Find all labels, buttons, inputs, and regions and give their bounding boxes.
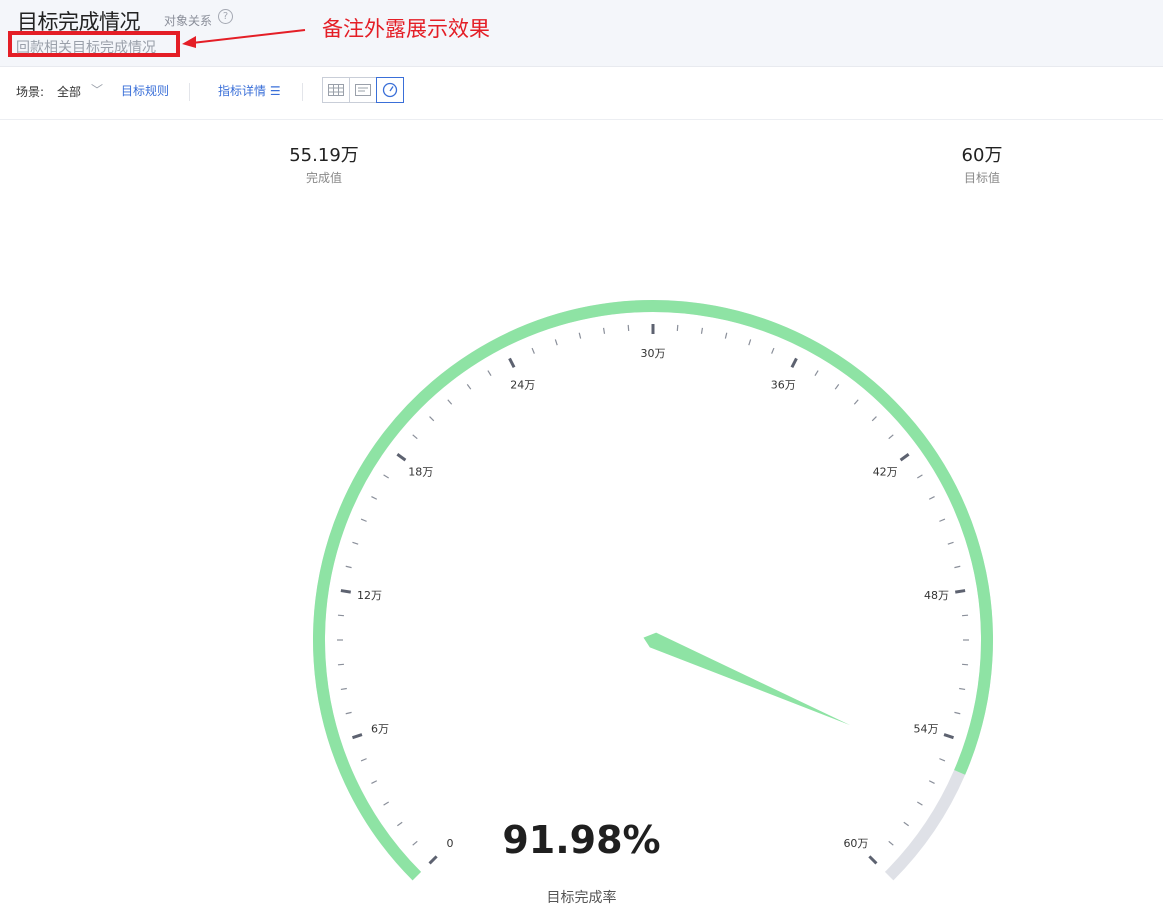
gauge-minor-tick <box>604 328 605 334</box>
gauge-view-button[interactable] <box>376 77 404 103</box>
gauge-needle <box>643 633 850 726</box>
gauge-minor-tick <box>872 417 876 421</box>
gauge-track <box>319 306 987 876</box>
annotation-arrow-icon <box>180 26 310 48</box>
gauge-minor-tick <box>954 712 960 713</box>
gauge-minor-tick <box>341 688 347 689</box>
gauge-tick-label: 48万 <box>924 589 949 602</box>
gauge-tick-label: 12万 <box>357 589 382 602</box>
gauge-minor-tick <box>579 333 580 339</box>
gauge-minor-tick <box>939 519 945 521</box>
gauge-major-tick <box>352 735 362 738</box>
gauge-major-tick <box>510 358 515 367</box>
gauge-minor-tick <box>772 348 774 354</box>
gauge-tick-label: 42万 <box>873 465 898 478</box>
gauge-minor-tick <box>448 400 452 405</box>
gauge-major-tick <box>901 454 909 460</box>
gauge-minor-tick <box>929 781 934 784</box>
gauge-minor-tick <box>725 333 726 339</box>
gauge-minor-tick <box>701 328 702 334</box>
view-switcher <box>322 77 403 105</box>
table-view-button[interactable] <box>322 77 350 103</box>
remark-text: 回款相关目标完成情况 <box>16 37 156 57</box>
list-icon: ☰ <box>270 84 281 98</box>
gauge-tick-label: 36万 <box>771 378 796 391</box>
gauge-major-tick <box>792 358 797 367</box>
gauge-tick-label: 54万 <box>913 723 938 736</box>
gauge-minor-tick <box>371 781 376 784</box>
gauge-minor-tick <box>939 759 945 761</box>
gauge-minor-tick <box>467 384 471 389</box>
gauge-major-tick <box>955 591 965 593</box>
gauge-minor-tick <box>929 497 934 500</box>
gauge-tick-label: 24万 <box>510 378 535 391</box>
card-header: 目标完成情况 对象关系 ? 回款相关目标完成情况 备注外露展示效果 <box>0 0 1163 67</box>
gauge-minor-tick <box>815 371 818 376</box>
gauge-major-tick <box>397 454 405 460</box>
gauge-minor-tick <box>959 688 965 689</box>
gauge-minor-tick <box>361 759 367 761</box>
gauge-tick-label: 30万 <box>641 347 666 360</box>
chevron-down-icon[interactable]: ﹀ <box>91 81 103 98</box>
gauge-tick-label: 6万 <box>371 723 389 736</box>
question-circle-icon[interactable]: ? <box>218 9 233 24</box>
gauge-minor-tick <box>346 566 352 567</box>
card-view-icon <box>355 84 371 96</box>
gauge-minor-tick <box>532 348 534 354</box>
indicator-detail-link[interactable]: 指标详情 ☰ <box>218 82 281 99</box>
table-view-icon <box>328 84 344 96</box>
indicator-detail-label: 指标详情 <box>218 84 266 98</box>
gauge-minor-tick <box>361 519 367 521</box>
gauge-minor-tick <box>854 400 858 405</box>
gauge-minor-tick <box>346 712 352 713</box>
completion-rate-value: 91.98% <box>0 818 1163 862</box>
scene-select[interactable]: 全部 <box>57 83 81 100</box>
gauge-minor-tick <box>917 475 922 478</box>
divider <box>189 83 190 101</box>
gauge-minor-tick <box>488 371 491 376</box>
gauge-minor-tick <box>948 542 954 544</box>
gauge-view-icon <box>382 82 398 98</box>
gauge-minor-tick <box>384 475 389 478</box>
gauge-minor-tick <box>749 339 751 345</box>
target-rules-link[interactable]: 目标规则 <box>121 82 169 99</box>
gauge-minor-tick <box>954 566 960 567</box>
gauge-minor-tick <box>384 802 389 805</box>
gauge-minor-tick <box>413 435 418 439</box>
gauge-minor-tick <box>889 435 894 439</box>
gauge-minor-tick <box>917 802 922 805</box>
gauge-tick-label: 18万 <box>408 465 433 478</box>
divider <box>302 83 303 101</box>
gauge-major-tick <box>944 735 954 738</box>
card-view-button[interactable] <box>349 77 377 103</box>
gauge-major-tick <box>341 591 351 593</box>
gauge-minor-tick <box>835 384 839 389</box>
gauge-chart: 06万12万18万24万30万36万42万48万54万60万 <box>0 120 1163 904</box>
completion-rate-caption: 目标完成率 <box>0 887 1163 907</box>
annotation-text: 备注外露展示效果 <box>322 13 490 43</box>
gauge-minor-tick <box>352 542 358 544</box>
gauge-minor-tick <box>430 417 434 421</box>
gauge-minor-tick <box>371 497 376 500</box>
gauge-minor-tick <box>555 339 557 345</box>
toolbar: 场景: 全部 ﹀ 目标规则 指标详情 ☰ <box>0 67 1163 120</box>
gauge-progress-arc <box>319 306 987 876</box>
scene-label: 场景: <box>16 83 44 100</box>
